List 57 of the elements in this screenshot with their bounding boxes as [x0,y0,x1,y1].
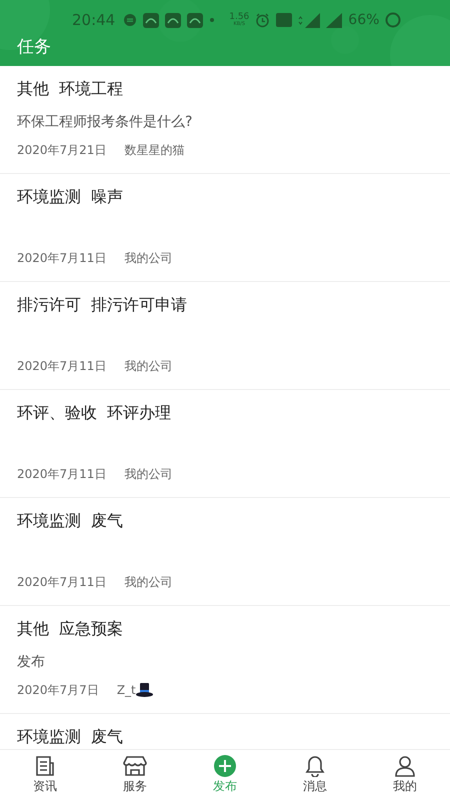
task-card[interactable]: 环境监测 废气 2020年7月11日 我的公司 [0,498,450,606]
dot-icon [209,17,216,23]
task-author: 我的公司 [124,250,172,266]
task-card[interactable]: 其他 环境工程 环保工程师报考条件是什么? 2020年7月21日 数星星的猫 [0,66,450,174]
battery-ring-icon [385,12,402,28]
task-author: 我的公司 [124,358,172,374]
task-topic: 废气 [91,727,123,746]
task-card[interactable]: 环境监测 噪声 2020年7月11日 我的公司 [0,174,450,282]
task-category: 其他 [17,79,49,98]
task-author: 我的公司 [124,466,172,482]
status-time: 20:44 [72,11,116,29]
alarm-icon [255,12,270,28]
task-description: 发布 [17,654,45,670]
task-author: 我的公司 [124,574,172,590]
signal-icon [326,12,342,28]
net-speed: 1.56 [229,13,250,22]
battery-percent: 66% [348,12,380,28]
task-date: 2020年7月11日 [17,250,106,266]
task-topic: 排污许可申请 [91,295,187,314]
task-card[interactable]: 排污许可 排污许可申请 2020年7月11日 我的公司 [0,282,450,390]
add-icon [214,755,236,777]
bell-icon [304,755,326,777]
top-hat-icon [136,683,153,697]
task-category: 环评、验收 [17,403,97,422]
task-topic: 应急预案 [59,619,123,638]
page-title: 任务 [16,36,52,58]
task-author: Z_t [116,683,136,697]
task-card[interactable]: 环评、验收 环评办理 2020年7月11日 我的公司 [0,390,450,498]
app-notification-icon [143,12,160,28]
document-icon [34,755,56,777]
task-topic: 环境工程 [59,79,123,98]
task-date: 2020年7月21日 [17,142,106,158]
signal-icon [298,12,320,28]
task-topic: 环评办理 [107,403,171,422]
task-date: 2020年7月11日 [17,466,106,482]
nav-tab[interactable]: 服务 [90,750,180,800]
task-date: 2020年7月7日 [17,682,99,698]
nav-tab[interactable]: 资讯 [0,750,90,800]
app-notification-icon [165,12,182,28]
task-topic: 噪声 [91,187,123,206]
task-date: 2020年7月11日 [17,358,106,374]
task-category: 环境监测 [17,511,81,530]
store-icon [123,755,147,777]
person-icon [394,755,416,777]
app-notification-icon [187,12,204,28]
task-category: 排污许可 [17,295,81,314]
task-author: 数星星的猫 [124,142,184,158]
task-category: 环境监测 [17,187,81,206]
chat-icon [123,13,138,27]
task-card[interactable]: 其他 应急预案 发布 2020年7月7日 Z_t [0,606,450,714]
nav-tab[interactable]: 消息 [270,750,360,800]
task-date: 2020年7月11日 [17,574,106,590]
task-category: 其他 [17,619,49,638]
task-topic: 废气 [91,511,123,530]
task-category: 环境监测 [17,727,81,746]
task-description: 环保工程师报考条件是什么? [17,114,192,130]
nav-tab[interactable]: 我的 [360,750,450,800]
